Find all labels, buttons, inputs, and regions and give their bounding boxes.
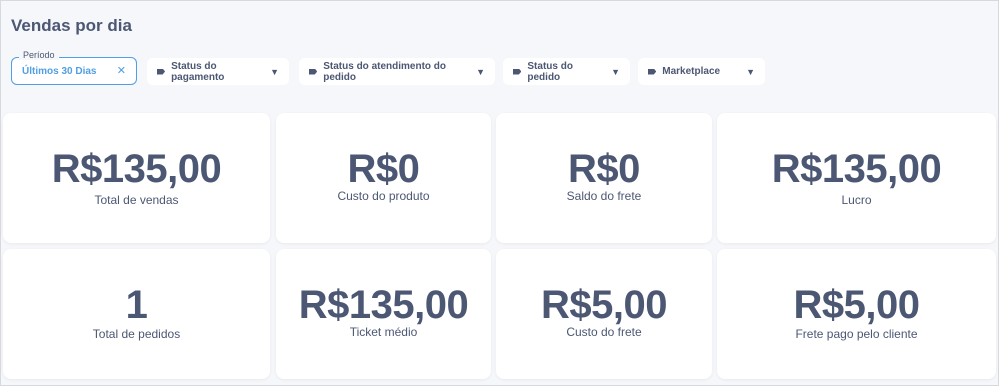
tag-icon [513, 68, 522, 75]
period-filter-value: Últimos 30 Dias [22, 66, 97, 77]
chevron-down-icon: ▼ [270, 66, 279, 77]
metric-card-total-pedidos: 1 Total de pedidos [3, 249, 270, 379]
metric-card-total-vendas: R$135,00 Total de vendas [3, 113, 270, 243]
metric-card-frete-pago-cliente: R$5,00 Frete pago pelo cliente [717, 249, 996, 379]
filter-marketplace[interactable]: Marketplace ▼ [638, 58, 765, 85]
period-filter[interactable]: Período Últimos 30 Dias ✕ [11, 50, 137, 85]
metric-value: R$135,00 [771, 147, 942, 191]
filter-status-pagamento[interactable]: Status do pagamento ▼ [147, 58, 289, 85]
metric-value: R$0 [568, 147, 640, 191]
metric-value: R$135,00 [51, 147, 222, 191]
metric-value: R$5,00 [793, 283, 920, 327]
filter-label: Marketplace [662, 66, 721, 77]
metric-label: Saldo do frete [566, 189, 642, 203]
chevron-down-icon: ▼ [476, 66, 485, 77]
filter-label: Status do atendimento do pedido [323, 60, 447, 83]
chevron-down-icon: ▼ [611, 66, 620, 77]
tag-icon [157, 68, 166, 75]
metric-value: R$5,00 [541, 283, 667, 327]
tag-icon [648, 68, 657, 75]
metric-card-custo-frete: R$5,00 Custo do frete [496, 249, 712, 379]
filter-status-pedido[interactable]: Status do pedido ▼ [503, 58, 630, 85]
period-filter-label: Período [19, 50, 59, 60]
dashboard: Vendas por dia Período Últimos 30 Dias ✕… [0, 0, 999, 386]
filter-status-atendimento[interactable]: Status do atendimento do pedido ▼ [299, 58, 495, 85]
metric-card-ticket-medio: R$135,00 Ticket médio [276, 249, 491, 379]
close-icon[interactable]: ✕ [117, 64, 126, 77]
metric-label: Custo do produto [337, 189, 430, 203]
metric-value: 1 [125, 283, 148, 327]
filter-label: Status do pagamento [171, 60, 225, 83]
metric-value: R$0 [347, 147, 420, 191]
metric-value: R$135,00 [298, 283, 469, 327]
metric-label: Custo do frete [566, 325, 642, 339]
metric-card-custo-produto: R$0 Custo do produto [276, 113, 491, 243]
metric-card-saldo-frete: R$0 Saldo do frete [496, 113, 712, 243]
filter-label: Status do pedido [527, 60, 573, 83]
chevron-down-icon: ▼ [746, 66, 755, 77]
metric-card-lucro: R$135,00 Lucro [717, 113, 996, 243]
tag-icon [309, 68, 318, 75]
metric-label: Ticket médio [349, 325, 418, 339]
metric-label: Total de pedidos [92, 327, 181, 341]
metric-label: Lucro [841, 193, 872, 207]
page-title: Vendas por dia [11, 16, 132, 35]
metric-label: Total de vendas [94, 193, 179, 207]
metric-label: Frete pago pelo cliente [795, 327, 918, 341]
